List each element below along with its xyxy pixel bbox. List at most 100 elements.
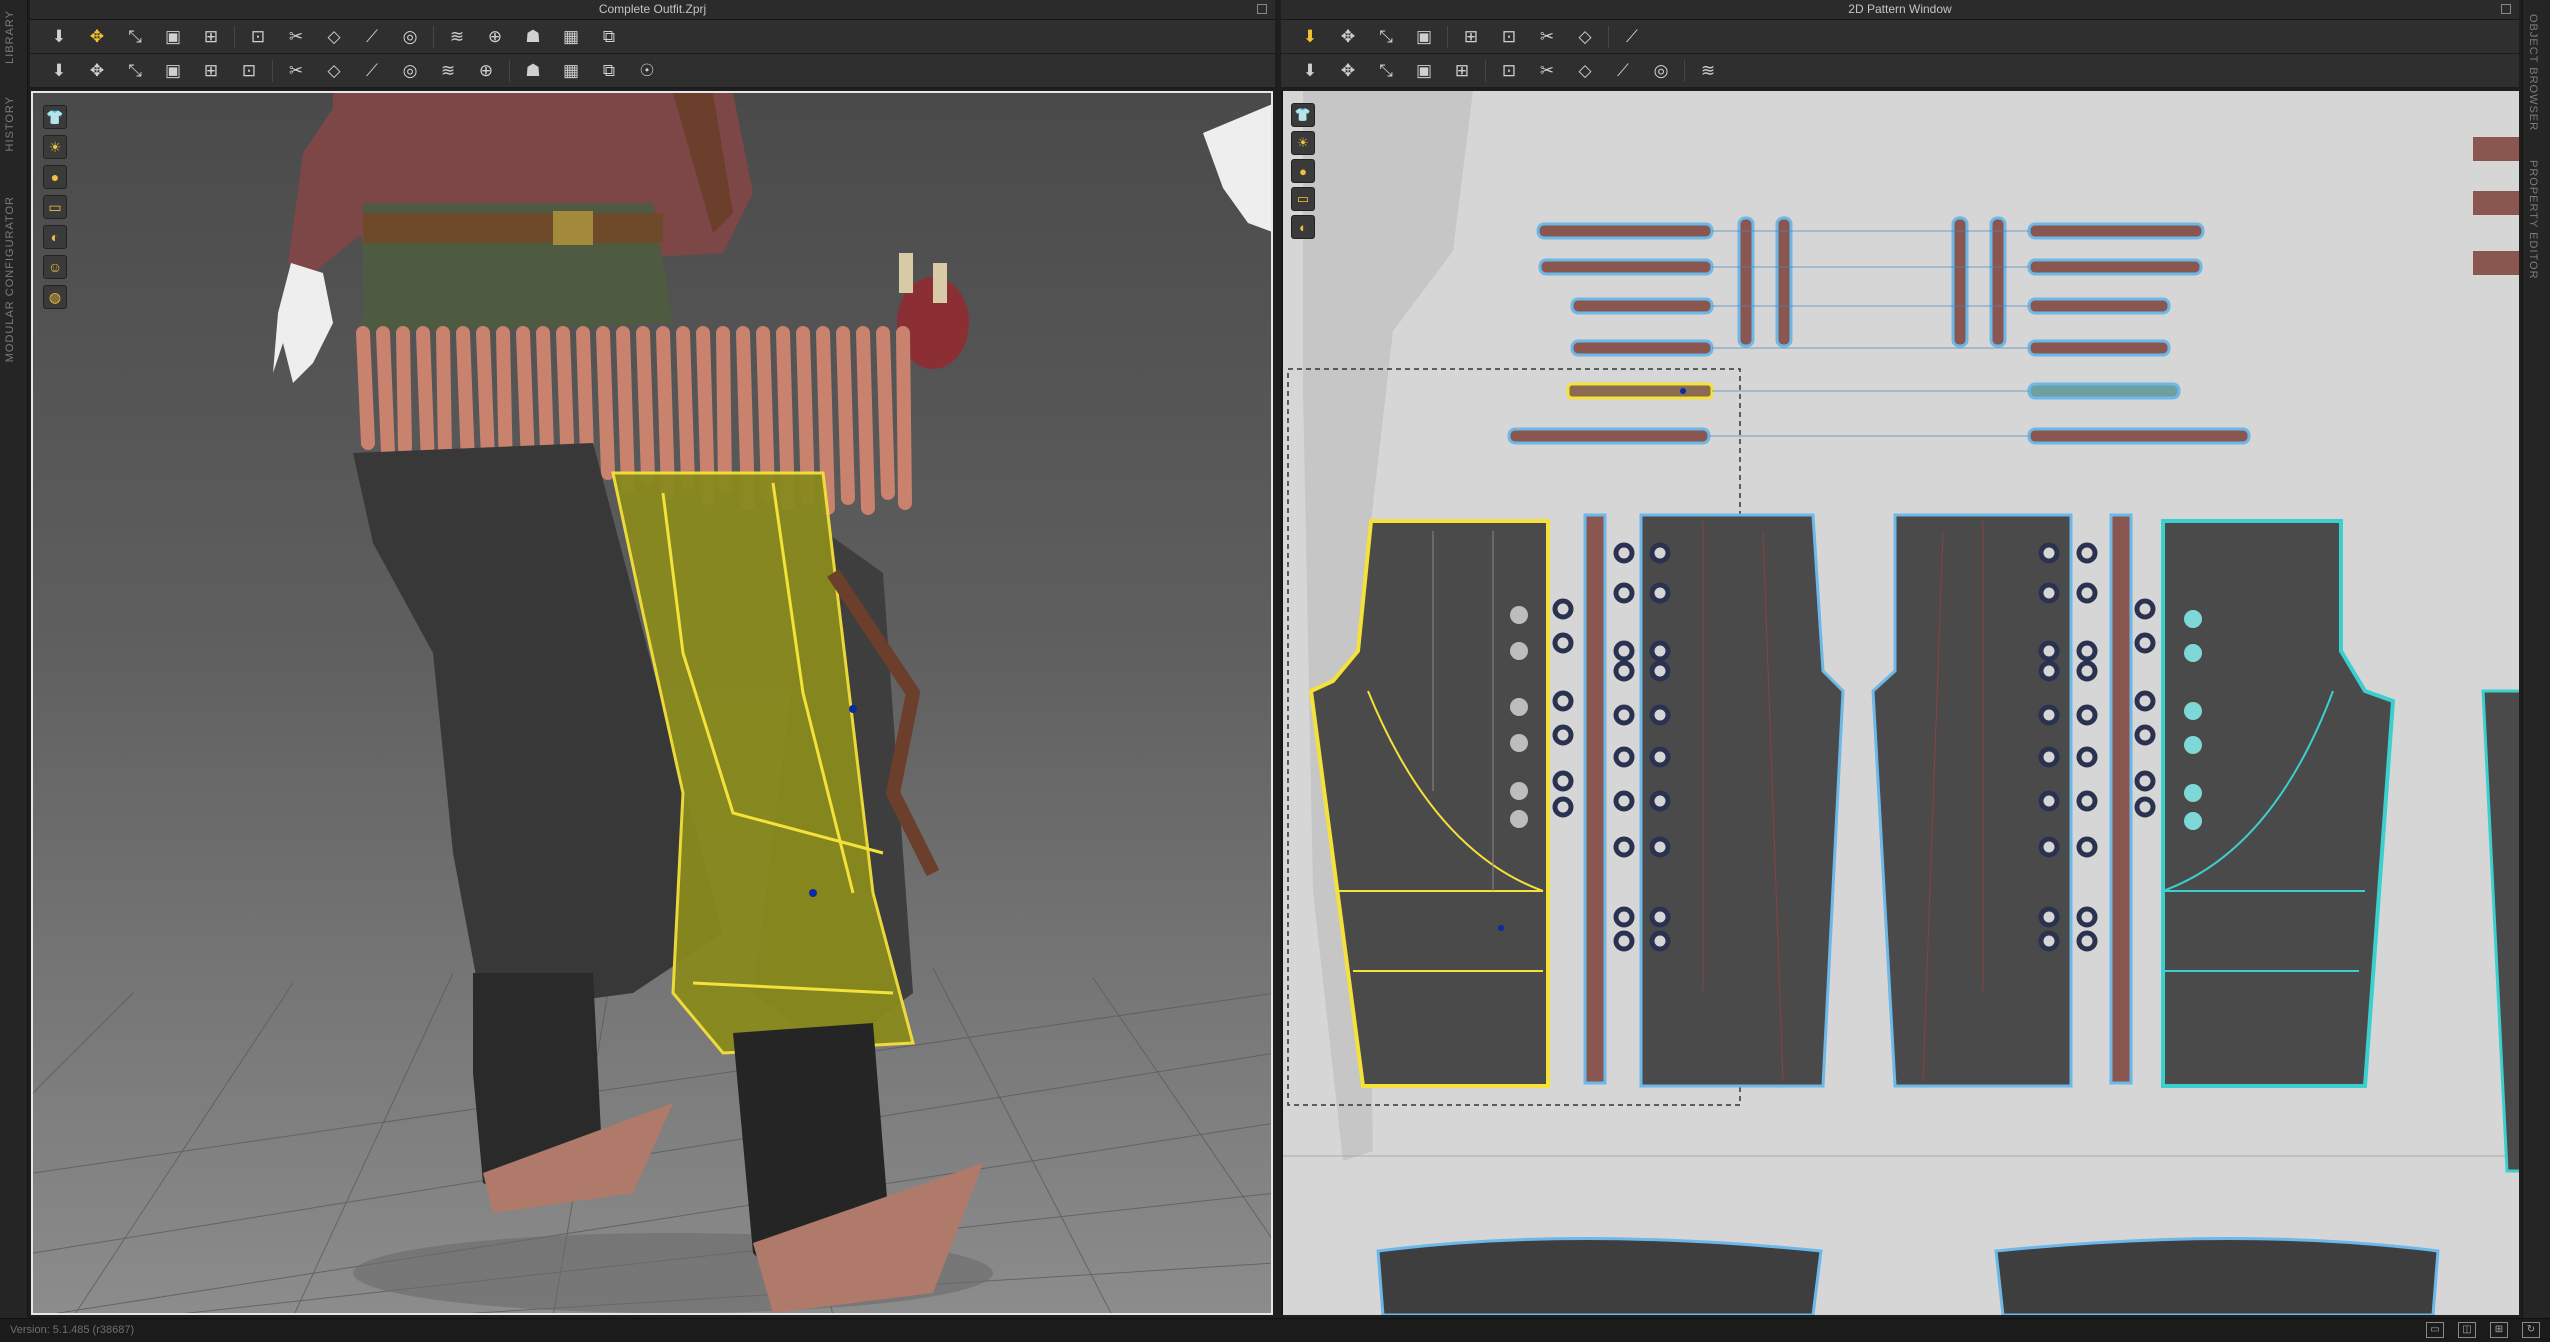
texture-view-icon[interactable]: ◐ xyxy=(43,225,67,249)
left-side-rail: LIBRARY HISTORY MODULAR CONFIGURATOR xyxy=(0,0,28,1318)
pattern-panel-partial[interactable] xyxy=(2481,689,2519,1173)
avatar-view-icon[interactable]: ● xyxy=(43,165,67,189)
puckering-icon[interactable]: ⟋ xyxy=(359,58,385,84)
grid-icon[interactable]: ▦ xyxy=(558,24,584,50)
avatar-skin-icon[interactable]: ☺ xyxy=(43,255,67,279)
rectangle-icon[interactable]: ▣ xyxy=(1411,24,1437,50)
button2d-icon[interactable]: ⊡ xyxy=(1496,58,1522,84)
modular-configurator-tab[interactable]: MODULAR CONFIGURATOR xyxy=(4,196,16,362)
pen-icon[interactable]: 👕 xyxy=(1291,103,1315,127)
fold-icon[interactable]: ◇ xyxy=(321,24,347,50)
library-tab[interactable]: LIBRARY xyxy=(4,10,16,64)
cut-icon[interactable]: ⊞ xyxy=(198,58,224,84)
strap-icon[interactable]: ⤡ xyxy=(122,58,148,84)
tuck-icon[interactable]: ⟋ xyxy=(1610,58,1636,84)
selection-point[interactable] xyxy=(809,889,817,897)
tack-icon[interactable]: ⊡ xyxy=(245,24,271,50)
globe-icon[interactable]: ◍ xyxy=(43,285,67,309)
internal-rect-icon[interactable]: ⤡ xyxy=(1373,58,1399,84)
single-view-icon[interactable]: ▭ xyxy=(2426,1322,2444,1338)
line-icon[interactable]: ⟋ xyxy=(359,24,385,50)
mirrored-pattern-panel[interactable] xyxy=(2161,519,2396,1088)
selection-point[interactable] xyxy=(1680,388,1686,394)
pin2d-icon[interactable]: ☀ xyxy=(1291,131,1315,155)
pattern-view-icon[interactable]: ▭ xyxy=(43,195,67,219)
dual-view-icon[interactable]: ⊞ xyxy=(2490,1322,2508,1338)
right-side-rail: OBJECT BROWSER PROPERTY EDITOR xyxy=(2522,0,2550,1318)
pattern-panel-back-left[interactable] xyxy=(1639,513,1845,1088)
baseline-icon[interactable]: ≋ xyxy=(1695,58,1721,84)
trace-icon[interactable]: ▣ xyxy=(1411,58,1437,84)
maximize-icon[interactable] xyxy=(2501,4,2511,14)
seam-icon[interactable]: ✂ xyxy=(283,24,309,50)
image-icon[interactable]: ⊞ xyxy=(1458,24,1484,50)
size-icon[interactable]: ▦ xyxy=(558,58,584,84)
history-tab[interactable]: HISTORY xyxy=(4,96,16,152)
strap-tabs-far-right[interactable] xyxy=(2473,137,2519,275)
viewport-3d[interactable]: 👕 ☀ ● ▭ ◐ ☺ ◍ xyxy=(31,91,1273,1315)
move-axis-icon[interactable]: ☉ xyxy=(634,58,660,84)
shell-icon[interactable]: ⧉ xyxy=(596,24,622,50)
info-icon[interactable]: ● xyxy=(1291,159,1315,183)
strap-group-right[interactable] xyxy=(1951,216,2251,445)
waistband-strip[interactable] xyxy=(1583,513,1607,1085)
texture2d-icon[interactable]: ◐ xyxy=(1291,215,1315,239)
free-sew-icon[interactable]: ◇ xyxy=(1572,58,1598,84)
trim-icon[interactable]: ⊡ xyxy=(236,58,262,84)
object-browser-tab[interactable]: OBJECT BROWSER xyxy=(2527,14,2539,131)
move-icon[interactable]: ✥ xyxy=(84,24,110,50)
polygon-icon[interactable]: ⤡ xyxy=(1373,24,1399,50)
cuff-pattern-left[interactable] xyxy=(1376,1237,1823,1316)
pin-icon[interactable]: ✥ xyxy=(84,58,110,84)
right-hand xyxy=(1203,104,1271,232)
ruler-icon[interactable]: ◎ xyxy=(1648,58,1674,84)
segment-sew-icon[interactable]: ✂ xyxy=(1534,58,1560,84)
measure-icon[interactable]: ▣ xyxy=(160,58,186,84)
edit-point-icon[interactable]: ✥ xyxy=(1335,24,1361,50)
grid-alt-icon[interactable]: ⟋ xyxy=(1619,24,1645,50)
edit-pin-icon[interactable]: ⊞ xyxy=(198,24,224,50)
button-icon[interactable]: ◎ xyxy=(397,24,423,50)
texture-icon[interactable]: ✂ xyxy=(283,58,309,84)
belt[interactable] xyxy=(363,213,663,243)
grommet-column-left[interactable] xyxy=(1552,598,1574,818)
pattern-canvas[interactable] xyxy=(1283,91,2519,1315)
avatar-icon[interactable]: ☗ xyxy=(520,24,546,50)
walk-icon[interactable]: ⬇ xyxy=(46,58,72,84)
transform-pattern-icon[interactable]: ⬇ xyxy=(1297,24,1323,50)
viewport-2d[interactable]: 👕 ☀ ● ▭ ◐ xyxy=(1281,91,2519,1315)
scene-3d[interactable] xyxy=(33,93,1273,1315)
selection-point[interactable] xyxy=(1498,925,1504,931)
pattern-icon[interactable]: ◎ xyxy=(397,58,423,84)
strap-group-left[interactable] xyxy=(1507,216,1793,445)
internal-polygon-icon[interactable]: ✥ xyxy=(1335,58,1361,84)
fold-pleat-icon[interactable]: ⊞ xyxy=(1449,58,1475,84)
pattern-color-icon[interactable]: ▭ xyxy=(1291,187,1315,211)
sun-icon[interactable]: ☀ xyxy=(43,135,67,159)
selection-point[interactable] xyxy=(849,705,857,713)
simulate-icon[interactable]: ⬇ xyxy=(46,24,72,50)
dart-icon[interactable]: ⬇ xyxy=(1297,58,1323,84)
topstitch-icon[interactable]: ◇ xyxy=(321,58,347,84)
grid-icon[interactable]: ◇ xyxy=(1572,24,1598,50)
selected-strap[interactable] xyxy=(1566,382,1714,400)
sphere-icon[interactable]: ≋ xyxy=(435,58,461,84)
split-view-icon[interactable]: ◫ xyxy=(2458,1322,2476,1338)
pleat-icon[interactable]: ≋ xyxy=(444,24,470,50)
zipper-icon[interactable]: ☗ xyxy=(520,58,546,84)
arrange-icon[interactable]: ✂ xyxy=(1534,24,1560,50)
property-editor-tab[interactable]: PROPERTY EDITOR xyxy=(2527,160,2539,280)
left-hand xyxy=(273,263,333,383)
shirt-icon[interactable]: 👕 xyxy=(43,105,67,129)
maximize-icon[interactable] xyxy=(1257,4,1267,14)
fit-icon[interactable]: ⊕ xyxy=(482,24,508,50)
select-mesh-icon[interactable]: ▣ xyxy=(160,24,186,50)
hanger-icon[interactable]: ⧉ xyxy=(596,58,622,84)
grommet-column-right[interactable] xyxy=(2134,598,2156,818)
layer-icon[interactable]: ⊕ xyxy=(473,58,499,84)
waistband-strip[interactable] xyxy=(2109,513,2133,1085)
cuff-pattern-right[interactable] xyxy=(1994,1237,2440,1316)
refresh-icon[interactable]: ↻ xyxy=(2522,1322,2540,1338)
ring-icon[interactable]: ⊡ xyxy=(1496,24,1522,50)
transform-icon[interactable]: ⤡ xyxy=(122,24,148,50)
